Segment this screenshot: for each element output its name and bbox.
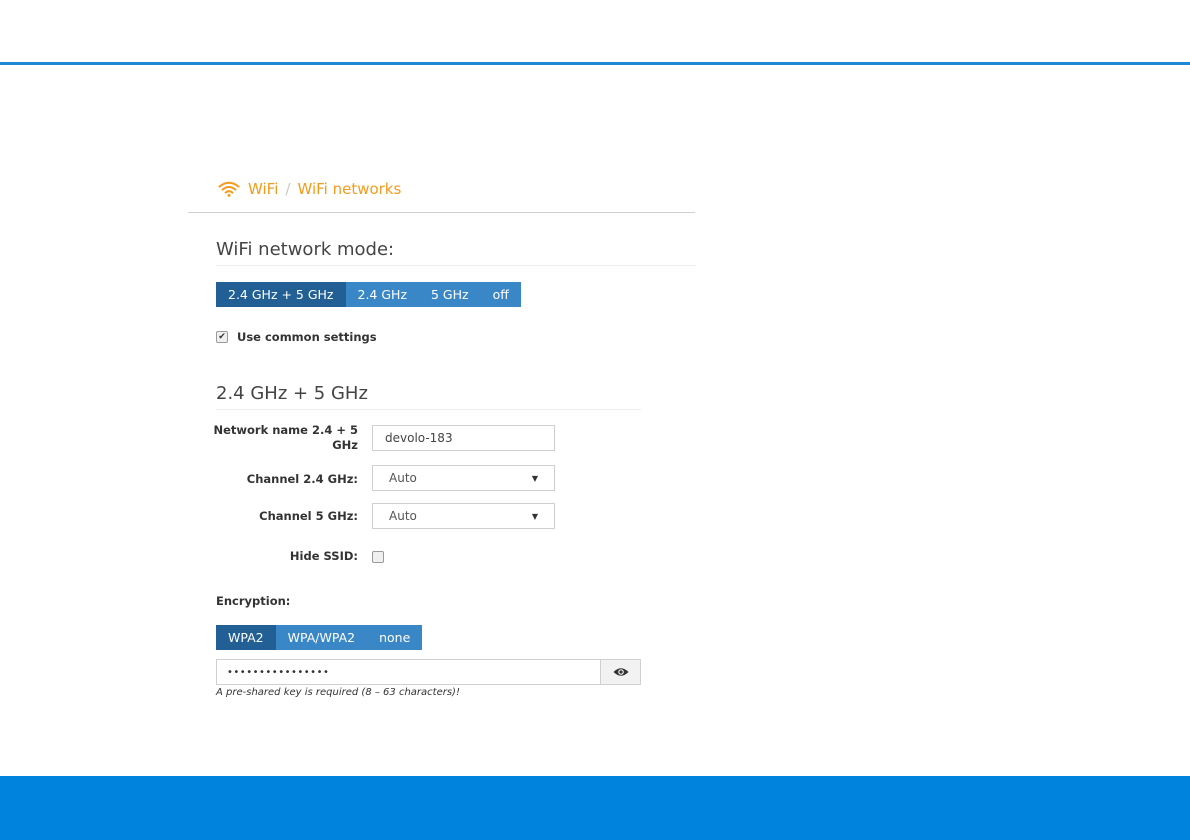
common-settings-label: Use common settings — [237, 330, 377, 344]
channel-24-label: Channel 2.4 GHz: — [246, 472, 358, 486]
network-name-input[interactable]: devolo-183 — [372, 425, 555, 451]
common-settings-checkbox[interactable]: ✔ — [216, 331, 228, 343]
mode-button-5ghz[interactable]: 5 GHz — [419, 282, 481, 307]
mode-divider — [216, 265, 696, 266]
band-section-divider — [216, 409, 641, 410]
eye-icon — [613, 668, 628, 676]
chevron-down-icon: ▼ — [531, 473, 538, 483]
channel-24-value: Auto — [389, 471, 417, 485]
wifi-icon — [218, 181, 240, 197]
channel-5-value: Auto — [389, 509, 417, 523]
encryption-label: Encryption: — [216, 594, 291, 608]
network-name-label: Network name 2.4 + 5 GHz — [213, 423, 358, 452]
channel-24-select[interactable]: Auto ▼ — [372, 465, 555, 491]
channel-5-select[interactable]: Auto ▼ — [372, 503, 555, 529]
encryption-button-group: WPA2 WPA/WPA2 none — [216, 625, 423, 650]
mode-button-24ghz[interactable]: 2.4 GHz — [345, 282, 419, 307]
hide-ssid-label: Hide SSID: — [289, 549, 358, 563]
password-hint: A pre-shared key is required (8 – 63 cha… — [216, 687, 460, 698]
mode-button-group: 2.4 GHz + 5 GHz 2.4 GHz 5 GHz off — [216, 282, 521, 307]
breadcrumb: WiFi / WiFi networks — [218, 180, 401, 198]
encryption-button-wpa2[interactable]: WPA2 — [216, 625, 276, 650]
breadcrumb-current: WiFi networks — [297, 180, 402, 198]
breadcrumb-separator: / — [285, 180, 291, 198]
common-settings-row: ✔ Use common settings — [216, 330, 377, 344]
password-group: •••••••••••••••• — [216, 659, 641, 685]
chevron-down-icon: ▼ — [531, 511, 538, 521]
password-input[interactable]: •••••••••••••••• — [216, 659, 600, 685]
mode-button-both[interactable]: 2.4 GHz + 5 GHz — [216, 282, 346, 307]
breadcrumb-root[interactable]: WiFi — [248, 180, 278, 198]
channel-5-label: Channel 5 GHz: — [259, 509, 358, 523]
breadcrumb-divider — [188, 212, 695, 213]
mode-button-off[interactable]: off — [480, 282, 521, 307]
footer-band — [0, 776, 1190, 840]
show-password-button[interactable] — [600, 659, 641, 685]
hide-ssid-checkbox[interactable] — [372, 551, 384, 563]
header-accent-line — [0, 62, 1190, 65]
encryption-button-none[interactable]: none — [367, 625, 423, 650]
mode-title: WiFi network mode: — [216, 239, 395, 260]
band-section-title: 2.4 GHz + 5 GHz — [216, 383, 368, 404]
encryption-button-wpa-wpa2[interactable]: WPA/WPA2 — [275, 625, 368, 650]
